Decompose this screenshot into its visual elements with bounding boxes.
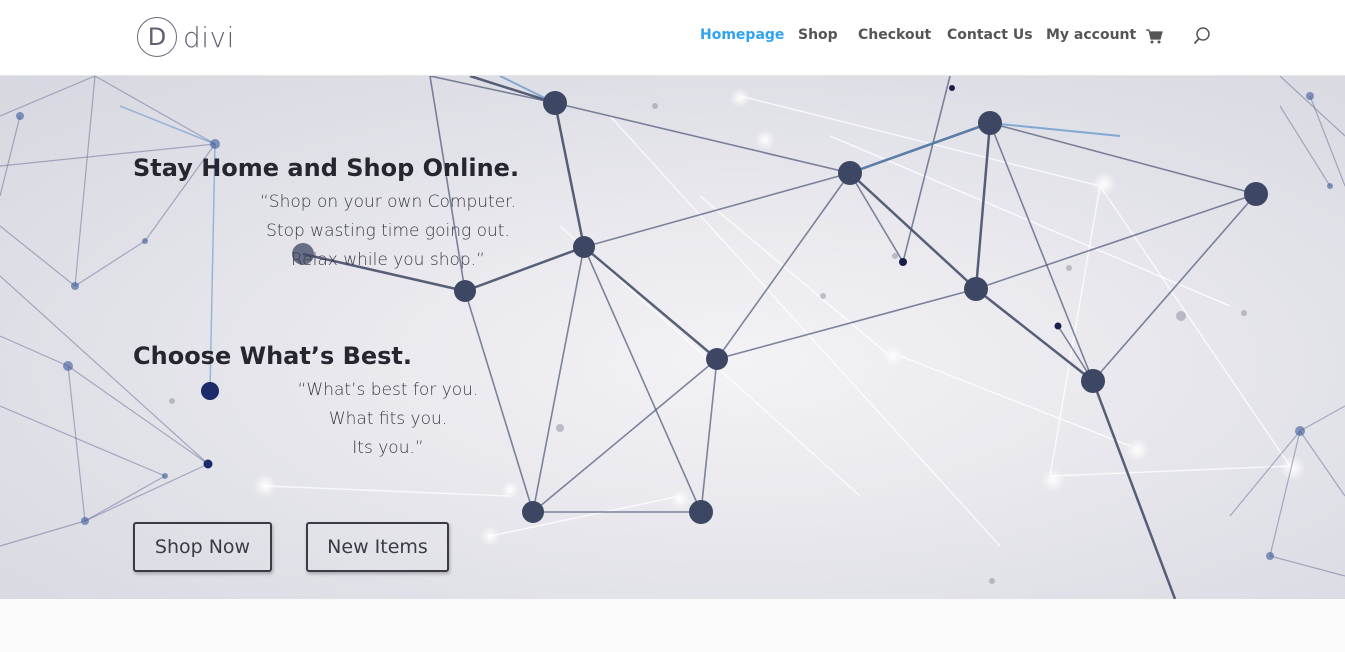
cart-icon[interactable] xyxy=(1145,26,1163,46)
quote-line: What fits you. xyxy=(328,409,448,429)
nav-item-shop[interactable]: Shop xyxy=(798,27,838,43)
quote-line: Its you.” xyxy=(352,438,424,458)
hero-heading-secondary: Choose What’s Best. xyxy=(133,342,413,370)
hero-section: Stay Home and Shop Online. “Shop on your… xyxy=(0,76,1345,599)
nav-item-my-account[interactable]: My account xyxy=(1046,27,1136,43)
new-items-button[interactable]: New Items xyxy=(306,522,449,572)
logo-wordmark: divi xyxy=(183,20,235,54)
site-logo[interactable]: D divi xyxy=(137,15,235,59)
hero-heading-primary: Stay Home and Shop Online. xyxy=(133,154,520,182)
hero-quote-primary: “Shop on your own Computer. Stop wasting… xyxy=(243,188,533,275)
quote-line: “Shop on your own Computer. xyxy=(259,192,516,212)
logo-mark: D xyxy=(137,17,177,57)
quote-line: “What’s best for you. xyxy=(297,380,479,400)
quote-line: Stop wasting time going out. xyxy=(266,221,510,241)
quote-line: Relax while you shop.” xyxy=(291,250,485,270)
nav-item-homepage[interactable]: Homepage xyxy=(700,27,784,43)
site-header: D divi Homepage Shop Checkout Contact Us… xyxy=(0,0,1345,76)
search-icon[interactable] xyxy=(1193,26,1211,46)
nav-item-checkout[interactable]: Checkout xyxy=(858,27,931,43)
nav-item-contact-us[interactable]: Contact Us xyxy=(947,27,1033,43)
content-section xyxy=(0,599,1345,652)
hero-quote-secondary: “What’s best for you. What fits you. Its… xyxy=(268,376,508,463)
shop-now-button[interactable]: Shop Now xyxy=(133,522,272,572)
